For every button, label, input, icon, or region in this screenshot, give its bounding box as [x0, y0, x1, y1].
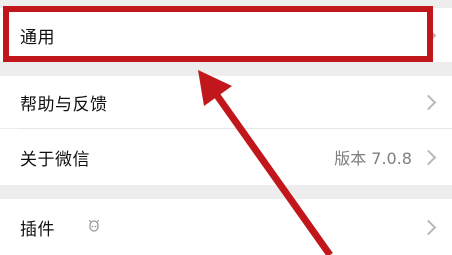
- settings-item-plugins-label: 插件: [20, 219, 55, 240]
- plugin-icon: [88, 219, 100, 232]
- chevron-right-icon: [420, 219, 437, 235]
- settings-item-about[interactable]: 关于微信 版本 7.0.8: [0, 129, 452, 185]
- version-text: 版本 7.0.8: [334, 149, 412, 168]
- settings-item-about-label: 关于微信: [20, 149, 90, 170]
- chevron-right-icon: [420, 27, 437, 43]
- settings-item-general-label: 通用: [20, 27, 55, 48]
- settings-item-help-label: 帮助与反馈: [20, 94, 108, 115]
- settings-item-general[interactable]: 通用: [0, 8, 452, 62]
- settings-item-plugins[interactable]: 插件: [0, 199, 452, 255]
- settings-screen: 通用 帮助与反馈 关于微信 版本 7.0.8 插件: [0, 0, 452, 255]
- chevron-right-icon: [420, 149, 437, 165]
- chevron-right-icon: [420, 94, 437, 110]
- settings-item-help[interactable]: 帮助与反馈: [0, 76, 452, 128]
